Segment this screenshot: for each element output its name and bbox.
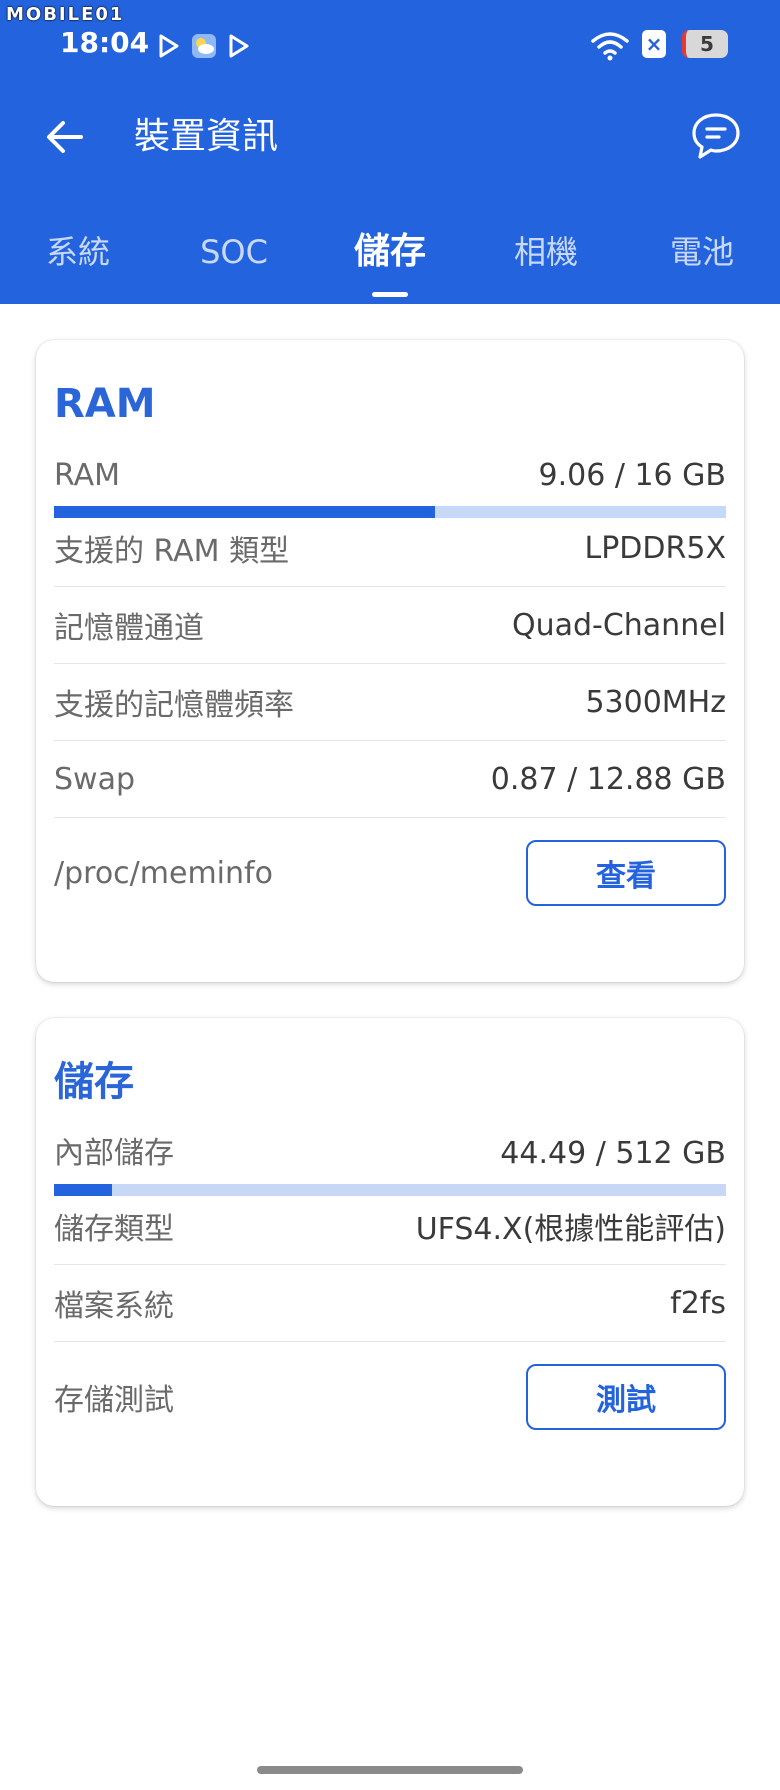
ram-card-title: RAM — [54, 381, 156, 427]
storage-usage-bar — [54, 1184, 726, 1196]
meminfo-row: /proc/meminfo 查看 — [54, 818, 726, 928]
ram-usage-bar-fill — [54, 506, 435, 518]
ram-usage-value: 9.06 / 16 GB — [538, 458, 726, 493]
play-icon — [226, 30, 252, 62]
app-header: MOBILE01 18:04 × 5 裝置資訊 系統 SOC 儲存 相機 電池 — [0, 0, 780, 304]
storage-type-row: 儲存類型 UFS4.X(根據性能評估) — [54, 1188, 726, 1265]
tab-soc[interactable]: SOC — [156, 226, 312, 304]
battery-icon: 5 — [682, 30, 728, 58]
file-system-row: 檔案系統 f2fs — [54, 1265, 726, 1342]
swap-value: 0.87 / 12.88 GB — [490, 761, 726, 797]
memory-channel-row: 記憶體通道 Quad-Channel — [54, 587, 726, 664]
file-system-label: 檔案系統 — [54, 1289, 174, 1324]
weather-icon — [190, 30, 218, 62]
memory-channel-value: Quad-Channel — [511, 607, 726, 643]
page-title: 裝置資訊 — [134, 116, 279, 157]
chat-bubble-icon — [692, 113, 740, 159]
storage-type-label: 儲存類型 — [54, 1212, 174, 1247]
tab-battery[interactable]: 電池 — [624, 226, 780, 304]
storage-usage-label: 內部儲存 — [54, 1136, 174, 1171]
status-time: 18:04 — [60, 26, 150, 59]
ram-usage: RAM 9.06 / 16 GB — [54, 434, 726, 518]
x-badge-icon: × — [642, 30, 666, 58]
back-button[interactable] — [40, 112, 90, 162]
ram-card: RAM RAM 9.06 / 16 GB 支援的 RAM 類型 LPDDR5X … — [36, 340, 744, 982]
arrow-left-icon — [47, 121, 83, 153]
home-indicator[interactable] — [257, 1766, 523, 1774]
meminfo-label: /proc/meminfo — [54, 855, 273, 891]
ram-type-label: 支援的 RAM 類型 — [54, 534, 290, 569]
tab-storage[interactable]: 儲存 — [312, 226, 468, 304]
ram-usage-label: RAM — [54, 458, 121, 493]
memory-channel-label: 記憶體通道 — [54, 611, 204, 646]
memory-frequency-label: 支援的記憶體頻率 — [54, 688, 294, 723]
memory-frequency-row: 支援的記憶體頻率 5300MHz — [54, 664, 726, 741]
ram-type-value: LPDDR5X — [584, 530, 727, 566]
storage-usage: 內部儲存 44.49 / 512 GB — [54, 1112, 726, 1196]
wifi-icon — [590, 30, 630, 62]
view-button[interactable]: 查看 — [526, 840, 726, 906]
storage-card-title: 儲存 — [54, 1059, 134, 1105]
file-system-value: f2fs — [670, 1285, 726, 1321]
storage-usage-bar-fill — [54, 1184, 113, 1196]
storage-usage-value: 44.49 / 512 GB — [500, 1136, 726, 1171]
ram-type-row: 支援的 RAM 類型 LPDDR5X — [54, 510, 726, 587]
chat-button[interactable] — [688, 108, 744, 164]
play-icon — [156, 30, 182, 62]
storage-type-value: UFS4.X(根據性能評估) — [415, 1212, 726, 1247]
ram-usage-bar — [54, 506, 726, 518]
storage-card: 儲存 內部儲存 44.49 / 512 GB 儲存類型 UFS4.X(根據性能評… — [36, 1018, 744, 1506]
tab-system[interactable]: 系統 — [0, 226, 156, 304]
watermark: MOBILE01 — [6, 4, 125, 25]
tab-camera[interactable]: 相機 — [468, 226, 624, 304]
swap-label: Swap — [54, 761, 136, 797]
storage-test-row: 存儲測試 測試 — [54, 1342, 726, 1452]
storage-test-label: 存儲測試 — [54, 1383, 174, 1418]
test-button[interactable]: 測試 — [526, 1364, 726, 1430]
swap-row: Swap 0.87 / 12.88 GB — [54, 741, 726, 818]
tab-bar: 系統 SOC 儲存 相機 電池 — [0, 226, 780, 304]
memory-frequency-value: 5300MHz — [585, 684, 726, 720]
